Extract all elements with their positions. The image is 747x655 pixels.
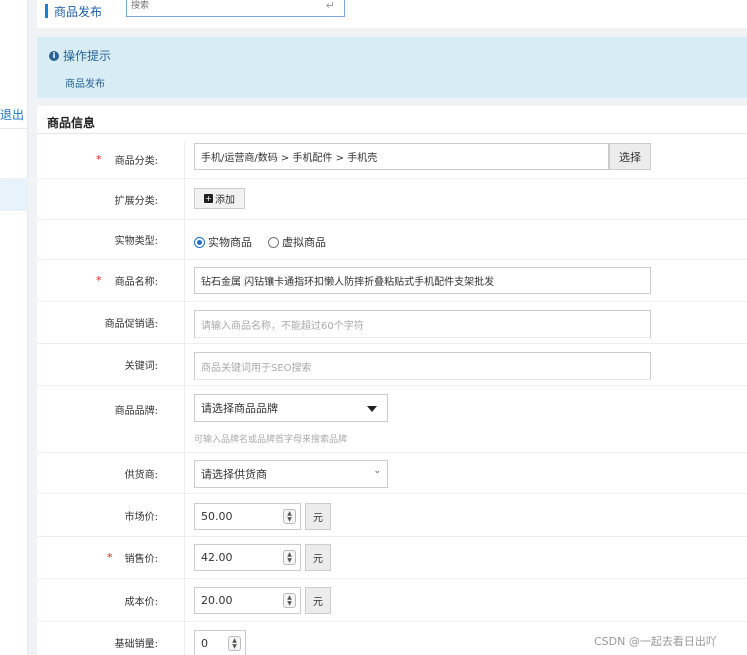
row-sale-price: * 销售价: 42.00 ▲ ▼ 元 (37, 537, 747, 579)
tip-header: i 操作提示 (49, 47, 111, 64)
search-popup: ↵ (126, 0, 345, 17)
category-field[interactable]: 手机/运营商/数码 > 手机配件 > 手机壳 (194, 143, 609, 170)
row-promo: 商品促销语: 请输入商品名称，不能超过60个字符 (37, 302, 747, 344)
supplier-label: 供货商: (37, 453, 185, 493)
promo-label: 商品促销语: (37, 302, 185, 343)
row-brand: 商品品牌: 请选择商品品牌 可输入品牌名或品牌首字母来搜索品牌 (37, 386, 747, 453)
caret-down-icon (367, 406, 377, 412)
supplier-select[interactable]: 请选择供货商 ⌄ (194, 460, 388, 488)
panel-header: 商品信息 (37, 106, 747, 134)
type-radio-group: 实物商品 虚拟商品 (194, 234, 342, 250)
brand-hint: 可输入品牌名或品牌首字母来搜索品牌 (194, 435, 348, 445)
row-name: * 商品名称: 钻石金属 闪钻镶卡通指环扣懒人防摔折叠粘贴式手机配件支架批发 (37, 260, 747, 302)
category-label: * 商品分类: (37, 141, 185, 178)
row-supplier: 供货商: 请选择供货商 ⌄ (37, 453, 747, 494)
sidebar-item-active[interactable] (0, 178, 28, 211)
info-icon: i (49, 50, 59, 61)
page-title: 商品发布 (54, 5, 103, 19)
promo-input[interactable]: 请输入商品名称，不能超过60个字符 (194, 310, 651, 338)
enter-icon[interactable]: ↵ (326, 0, 335, 12)
logout-link[interactable]: 退出 (0, 106, 24, 123)
base-sales-label: 基础销量: (37, 622, 185, 655)
tip-text: 商品发布 (65, 79, 105, 90)
market-price-input[interactable]: 50.00 ▲ ▼ (194, 503, 301, 530)
ext-category-label: 扩展分类: (37, 179, 185, 219)
stepper-icon[interactable]: ▲ ▼ (283, 593, 296, 608)
row-market-price: 市场价: 50.00 ▲ ▼ 元 (37, 494, 747, 537)
chevron-down-icon: ⌄ (373, 466, 381, 476)
operation-tip: i 操作提示 商品发布 (37, 37, 747, 98)
required-mark: * (96, 153, 102, 166)
unit-label: 元 (305, 503, 331, 530)
row-cost-price: 成本价: 20.00 ▲ ▼ 元 (37, 579, 747, 622)
title-accent (45, 4, 48, 18)
base-sales-input[interactable]: 0 ▲ ▼ (194, 630, 246, 655)
radio-virtual[interactable] (268, 236, 279, 248)
panel-title: 商品信息 (47, 116, 96, 130)
radio-physical-label[interactable]: 实物商品 (208, 234, 252, 250)
product-info-panel: 商品信息 * 商品分类: 手机/运营商/数码 > 手机配件 > 手机壳 选择 扩… (37, 106, 747, 655)
name-label: * 商品名称: (37, 260, 185, 301)
sale-price-label: * 销售价: (37, 537, 185, 578)
stepper-icon[interactable]: ▲ ▼ (283, 550, 296, 565)
keywords-input[interactable]: 商品关键词用于SEO搜索 (194, 352, 651, 380)
type-label: 实物类型: (37, 220, 185, 259)
sale-price-input[interactable]: 42.00 ▲ ▼ (194, 544, 301, 571)
radio-physical[interactable] (194, 236, 205, 248)
row-ext-category: 扩展分类: + 添加 (37, 179, 747, 220)
plus-icon: + (204, 194, 213, 203)
cost-price-label: 成本价: (37, 579, 185, 621)
watermark: CSDN @一起去看日出吖 (594, 635, 717, 648)
required-mark: * (107, 551, 113, 564)
sidebar: 退出 (0, 0, 28, 655)
unit-label: 元 (305, 587, 331, 614)
radio-virtual-label[interactable]: 虚拟商品 (282, 234, 326, 250)
keywords-label: 关键词: (37, 344, 185, 385)
market-price-label: 市场价: (37, 494, 185, 536)
row-category: * 商品分类: 手机/运营商/数码 > 手机配件 > 手机壳 选择 (37, 141, 747, 179)
cost-price-input[interactable]: 20.00 ▲ ▼ (194, 587, 301, 614)
row-keywords: 关键词: 商品关键词用于SEO搜索 (37, 344, 747, 386)
select-category-button[interactable]: 选择 (609, 143, 651, 170)
unit-label: 元 (305, 544, 331, 571)
sidebar-divider (0, 128, 28, 129)
page-header: 商品发布 ↵ (37, 0, 747, 28)
add-category-button[interactable]: + 添加 (194, 188, 245, 209)
tip-title: 操作提示 (63, 49, 112, 63)
brand-select[interactable]: 请选择商品品牌 (194, 394, 388, 422)
stepper-icon[interactable]: ▲ ▼ (228, 636, 241, 651)
brand-label: 商品品牌: (37, 386, 185, 452)
stepper-icon[interactable]: ▲ ▼ (283, 509, 296, 524)
search-input[interactable] (131, 0, 311, 12)
row-type: 实物类型: 实物商品 虚拟商品 (37, 220, 747, 260)
required-mark: * (96, 274, 102, 287)
name-input[interactable]: 钻石金属 闪钻镶卡通指环扣懒人防摔折叠粘贴式手机配件支架批发 (194, 267, 651, 294)
